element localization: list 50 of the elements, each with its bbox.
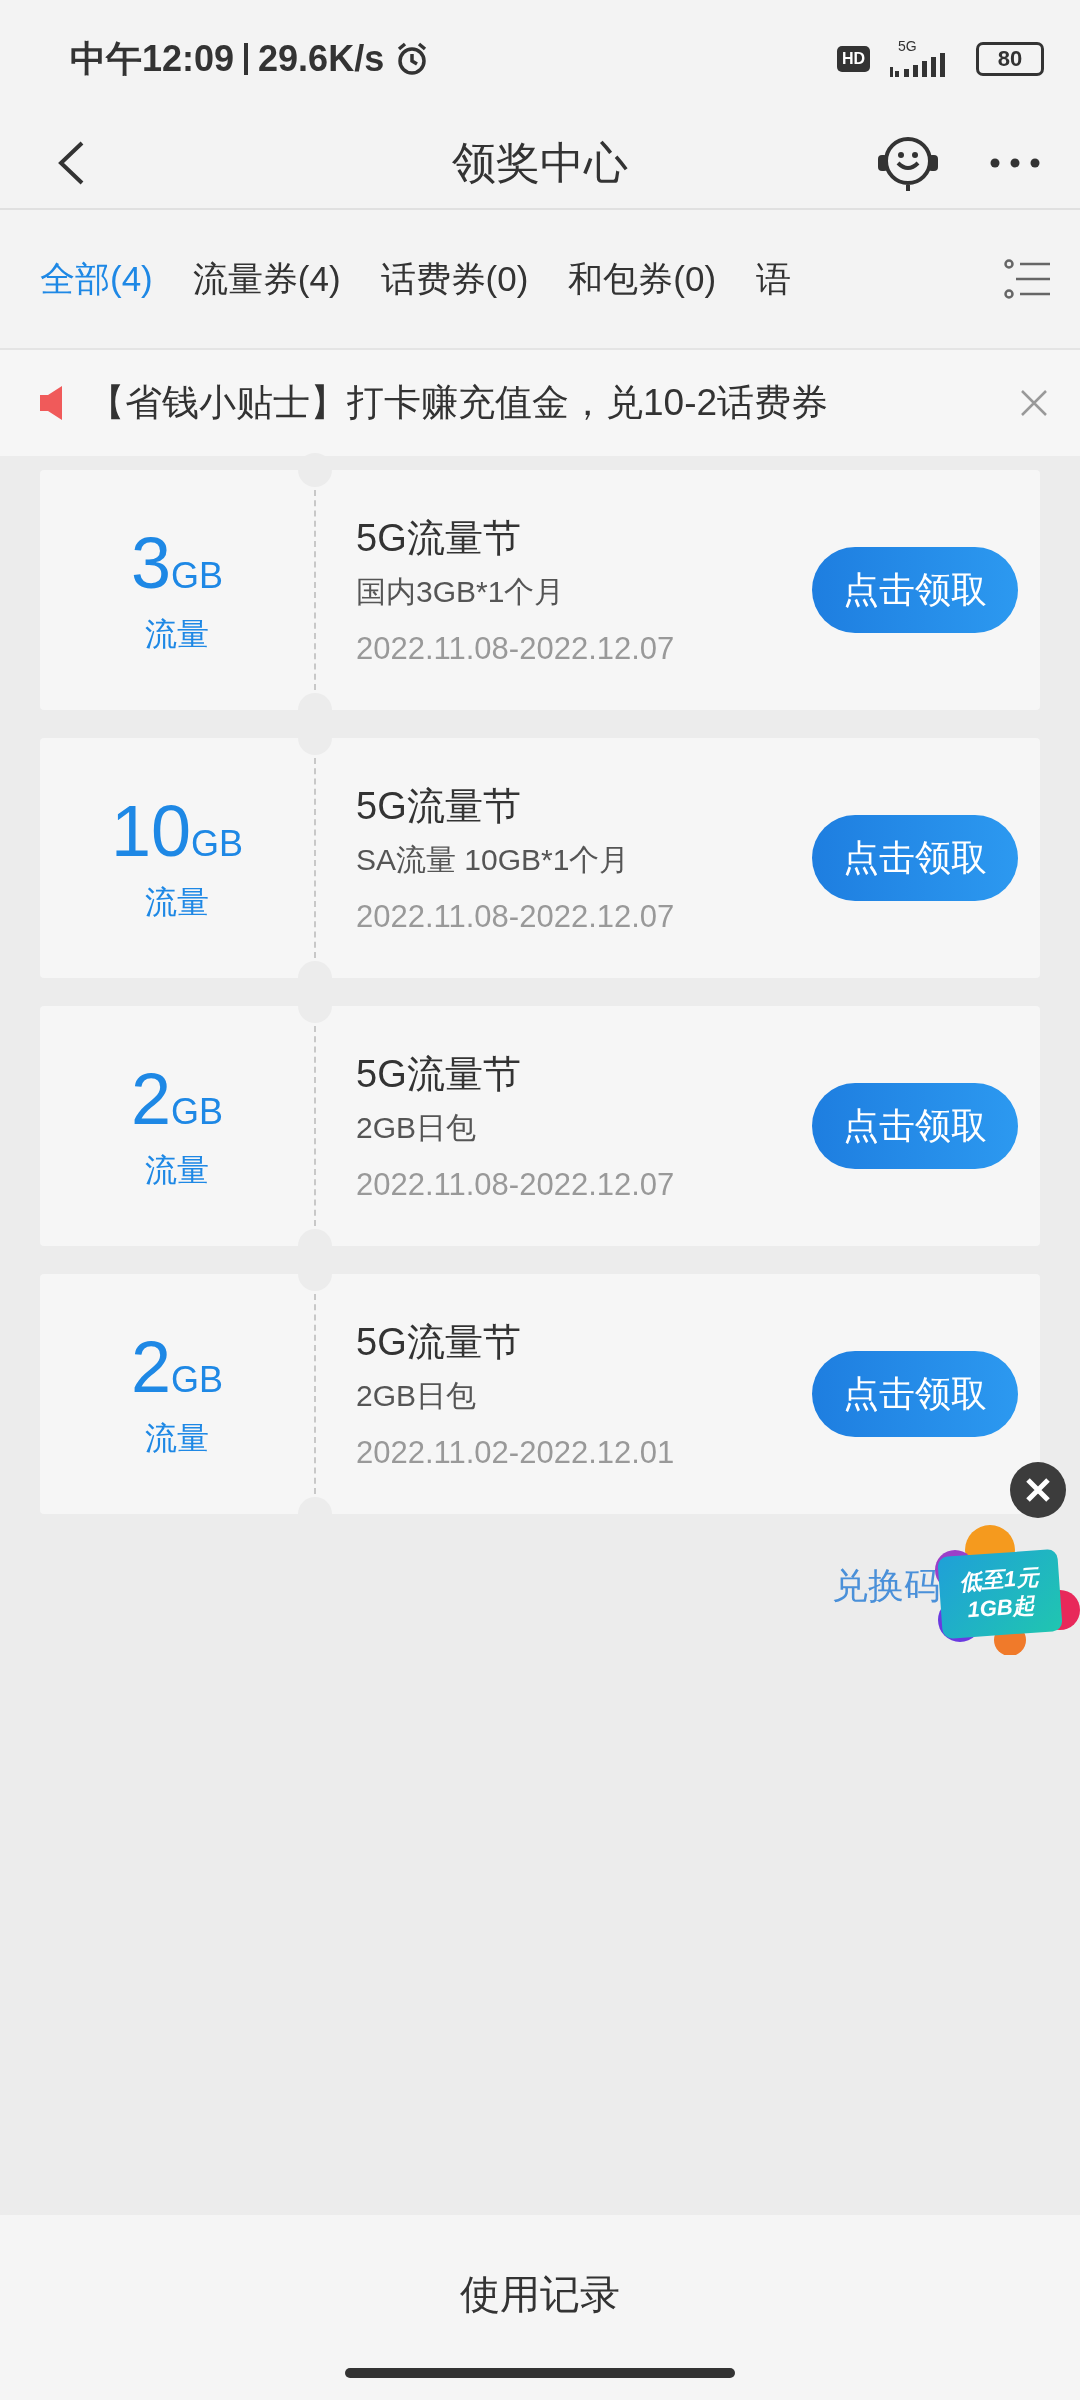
- category-tab[interactable]: 语: [756, 255, 792, 303]
- coupon-type: 流量: [145, 883, 209, 922]
- coupon-title: 5G流量节: [356, 1320, 522, 1365]
- claim-button[interactable]: 点击领取: [812, 1351, 1018, 1437]
- usage-history-link[interactable]: 使用记录: [460, 2267, 620, 2322]
- coupon-type: 流量: [145, 1151, 209, 1190]
- network-type: 5G: [898, 39, 917, 53]
- coupon-amount: 2: [130, 1327, 171, 1407]
- validity-period: 2022.11.08-2022.12.07: [356, 631, 676, 667]
- status-time: 中午12:09: [70, 36, 235, 81]
- network-speed: 29.6K/s: [258, 38, 385, 80]
- category-tab[interactable]: 和包券(0): [568, 255, 717, 303]
- category-tab[interactable]: 全部(4): [40, 255, 153, 303]
- coupon-type: 流量: [145, 1419, 209, 1458]
- coupon-type: 流量: [145, 615, 209, 654]
- coupon-amount: 10: [110, 791, 192, 871]
- coupon-unit: GB: [191, 823, 244, 865]
- back-icon[interactable]: [56, 140, 86, 186]
- validity-period: 2022.11.08-2022.12.07: [356, 1167, 676, 1203]
- coupon-description: 2GB日包: [356, 1378, 478, 1414]
- coupon-description: SA流量 10GB*1个月: [356, 842, 631, 878]
- more-icon[interactable]: [990, 158, 1040, 168]
- claim-button[interactable]: 点击领取: [812, 547, 1018, 633]
- speaker-icon: [40, 386, 64, 420]
- coupon-unit: GB: [171, 1359, 224, 1401]
- promo-text: 低至1元: [959, 1563, 1040, 1595]
- category-tab[interactable]: 流量券(4): [192, 255, 341, 303]
- claim-button[interactable]: 点击领取: [812, 815, 1018, 901]
- validity-period: 2022.11.08-2022.12.07: [356, 899, 676, 935]
- category-tab[interactable]: 话费券(0): [380, 255, 529, 303]
- redeem-code-link[interactable]: 兑换码: [832, 1562, 940, 1611]
- coupon-unit: GB: [171, 1091, 224, 1133]
- coupon-amount: 3: [130, 523, 171, 603]
- promo-badge[interactable]: 低至1元 1GB起: [937, 1548, 1063, 1640]
- coupon-description: 国内3GB*1个月: [356, 574, 566, 610]
- coupon-title: 5G流量节: [356, 516, 522, 561]
- close-icon[interactable]: [1010, 1462, 1066, 1518]
- coupon-description: 2GB日包: [356, 1110, 478, 1146]
- coupon-title: 5G流量节: [356, 1052, 522, 1097]
- menu-icon[interactable]: [1004, 259, 1050, 299]
- claim-button[interactable]: 点击领取: [812, 1083, 1018, 1169]
- coupon-amount: 2: [130, 1059, 171, 1139]
- tip-text: 【省钱小贴士】打卡赚充值金，兑10-2话费券: [88, 381, 830, 425]
- coupon-unit: GB: [171, 555, 224, 597]
- validity-period: 2022.11.02-2022.12.01: [356, 1435, 676, 1471]
- battery-icon: 80: [976, 42, 1044, 76]
- promo-text: 1GB起: [966, 1592, 1036, 1625]
- coupon-title: 5G流量节: [356, 784, 522, 829]
- page-title: 领奖中心: [452, 136, 628, 189]
- hd-badge: HD: [836, 46, 870, 72]
